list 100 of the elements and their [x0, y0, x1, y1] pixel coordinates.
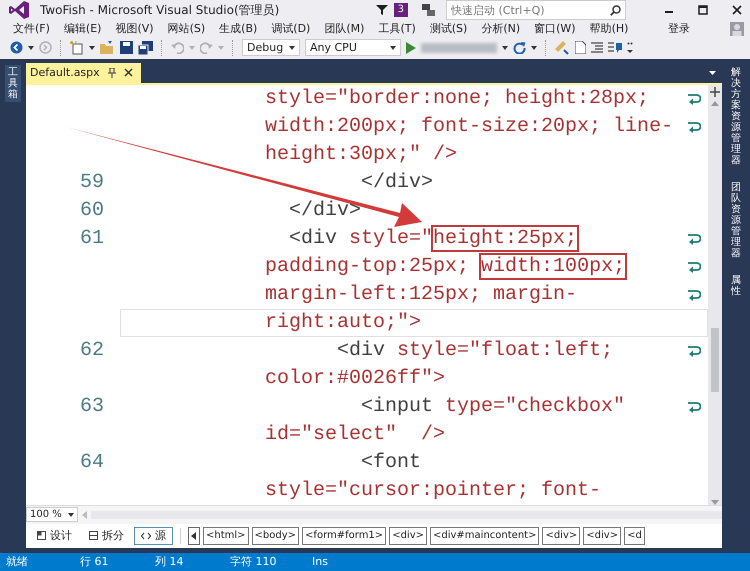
status-text: 就绪 — [6, 554, 29, 570]
scroll-thumb[interactable] — [711, 328, 719, 392]
caret-icon[interactable] — [502, 46, 508, 50]
line-number: 61 — [80, 226, 104, 250]
split-icon[interactable] — [710, 86, 720, 97]
menu-item[interactable]: 网站(S) — [160, 21, 212, 36]
menu-item[interactable]: 工具(T) — [371, 21, 423, 36]
code-editor[interactable] — [26, 82, 722, 505]
save-icon[interactable] — [120, 41, 133, 54]
caret-icon — [68, 512, 74, 517]
breadcrumb-item[interactable]: <div> — [583, 526, 622, 545]
dropdown-icon[interactable] — [709, 70, 716, 75]
view-tab[interactable]: 拆分 — [82, 526, 131, 545]
outdent-icon[interactable] — [591, 42, 603, 54]
filter-icon[interactable] — [376, 4, 388, 16]
menu-item[interactable]: 生成(B) — [212, 21, 264, 36]
side-panel-tab[interactable]: 团队资源管理器 — [727, 180, 745, 261]
platform-dropdown[interactable]: Any CPU — [305, 39, 401, 56]
start-icon[interactable] — [406, 42, 416, 54]
feedback-icon[interactable] — [422, 4, 436, 16]
pin-icon[interactable] — [108, 68, 116, 78]
new-item-icon[interactable] — [70, 40, 84, 55]
menu-item[interactable]: 视图(V) — [108, 21, 161, 36]
browser-link-icon[interactable] — [555, 40, 570, 55]
breadcrumb-item[interactable]: <html> — [203, 526, 249, 545]
back-icon[interactable] — [10, 41, 23, 54]
line-number: 62 — [80, 338, 104, 362]
toolbox-tab[interactable]: 工具箱 — [5, 64, 21, 102]
code-line: </div> — [288, 198, 362, 224]
quick-launch-field[interactable]: 快速启动 (Ctrl+Q) — [446, 0, 626, 20]
window-title: TwoFish - Microsoft Visual Studio(管理员) — [40, 2, 280, 18]
close-icon[interactable] — [732, 5, 742, 15]
horizontal-scrollbar[interactable] — [91, 510, 722, 519]
zoom-dropdown[interactable]: 100 % — [26, 507, 78, 522]
code-line: color:#0026ff"> — [265, 366, 446, 392]
document-icon[interactable] — [575, 41, 586, 54]
menu-item[interactable]: 测试(S) — [422, 21, 474, 36]
menu-item[interactable]: 团队(M) — [317, 21, 372, 36]
menu-item[interactable]: 分析(N) — [474, 21, 528, 36]
design-icon — [37, 531, 46, 540]
breadcrumb-item[interactable]: <body> — [252, 526, 300, 545]
side-panel-tab[interactable]: 解决方案资源管理器 — [727, 64, 745, 168]
view-tab[interactable]: 源 — [134, 526, 173, 545]
breadcrumb-item[interactable]: <div> — [389, 526, 427, 545]
configuration-dropdown[interactable]: Debug — [242, 39, 300, 56]
code-line: padding-top:25px; width:100px; — [265, 254, 626, 280]
view-tab[interactable]: 设计 — [30, 526, 79, 545]
maximize-icon[interactable] — [698, 5, 708, 15]
search-icon — [610, 5, 621, 16]
vertical-scrollbar[interactable] — [708, 84, 722, 505]
code-line: style="cursor:pointer; font- — [265, 478, 602, 504]
notification-badge[interactable]: 3 — [394, 3, 408, 17]
menu-item[interactable]: 文件(F) — [6, 21, 57, 36]
scroll-left-icon[interactable] — [188, 526, 200, 545]
column-indicator: 列 14 — [155, 554, 184, 570]
code-line: <div style="height:25px; — [288, 226, 578, 252]
menu-item[interactable]: 帮助(H) — [582, 21, 636, 36]
close-icon[interactable] — [124, 68, 133, 78]
code-line: <input type="checkbox" — [360, 394, 626, 420]
breadcrumb-item[interactable]: <div> — [542, 526, 580, 545]
word-wrap-icon — [687, 92, 701, 105]
line-indicator: 行 61 — [80, 554, 110, 570]
comment-icon[interactable] — [608, 42, 622, 54]
line-number: 60 — [80, 198, 104, 222]
caret-icon[interactable] — [89, 46, 95, 50]
save-all-icon[interactable] — [138, 40, 153, 55]
sign-in-link[interactable]: 登录 — [668, 21, 690, 36]
line-number: 59 — [80, 170, 104, 194]
word-wrap-icon — [687, 344, 701, 357]
caret-icon[interactable] — [28, 46, 34, 50]
breadcrumb-item[interactable]: <form#form1> — [302, 526, 386, 545]
refresh-icon[interactable] — [513, 41, 526, 54]
open-folder-icon[interactable] — [100, 41, 115, 54]
word-wrap-icon — [687, 400, 701, 413]
line-number: 64 — [80, 450, 104, 474]
code-line: width:200px; font-size:20px; line- — [265, 114, 674, 140]
side-panel-tab[interactable]: 属性 — [727, 272, 745, 299]
source-icon — [141, 532, 151, 540]
breadcrumb-item[interactable]: <d — [624, 526, 645, 545]
split-view-icon — [89, 531, 98, 540]
insert-mode-indicator: Ins — [312, 555, 328, 568]
breadcrumb-item[interactable]: <div#maincontent> — [430, 526, 540, 545]
menu-item[interactable]: 窗口(W) — [527, 21, 583, 36]
word-wrap-icon — [687, 232, 701, 245]
caret-icon[interactable] — [531, 46, 537, 50]
code-line: margin-left:125px; margin- — [265, 282, 578, 308]
menu-item[interactable]: 编辑(E) — [56, 21, 108, 36]
char-indicator: 字符 110 — [230, 554, 278, 570]
document-tab[interactable]: Default.aspx — [26, 62, 141, 83]
code-line: height:30px;" /> — [265, 142, 458, 168]
code-line: right:auto;"> — [265, 310, 422, 336]
document-tab-title: Default.aspx — [30, 66, 100, 80]
caret-icon — [289, 46, 295, 50]
code-line: id="select" /> — [265, 422, 446, 448]
overflow-icon[interactable] — [627, 42, 633, 54]
menu-item[interactable]: 调试(D) — [264, 21, 318, 36]
code-line: style="border:none; height:28px; — [265, 86, 650, 112]
line-number: 63 — [80, 394, 104, 418]
caret-icon — [390, 46, 396, 50]
code-line: <font — [360, 450, 422, 476]
